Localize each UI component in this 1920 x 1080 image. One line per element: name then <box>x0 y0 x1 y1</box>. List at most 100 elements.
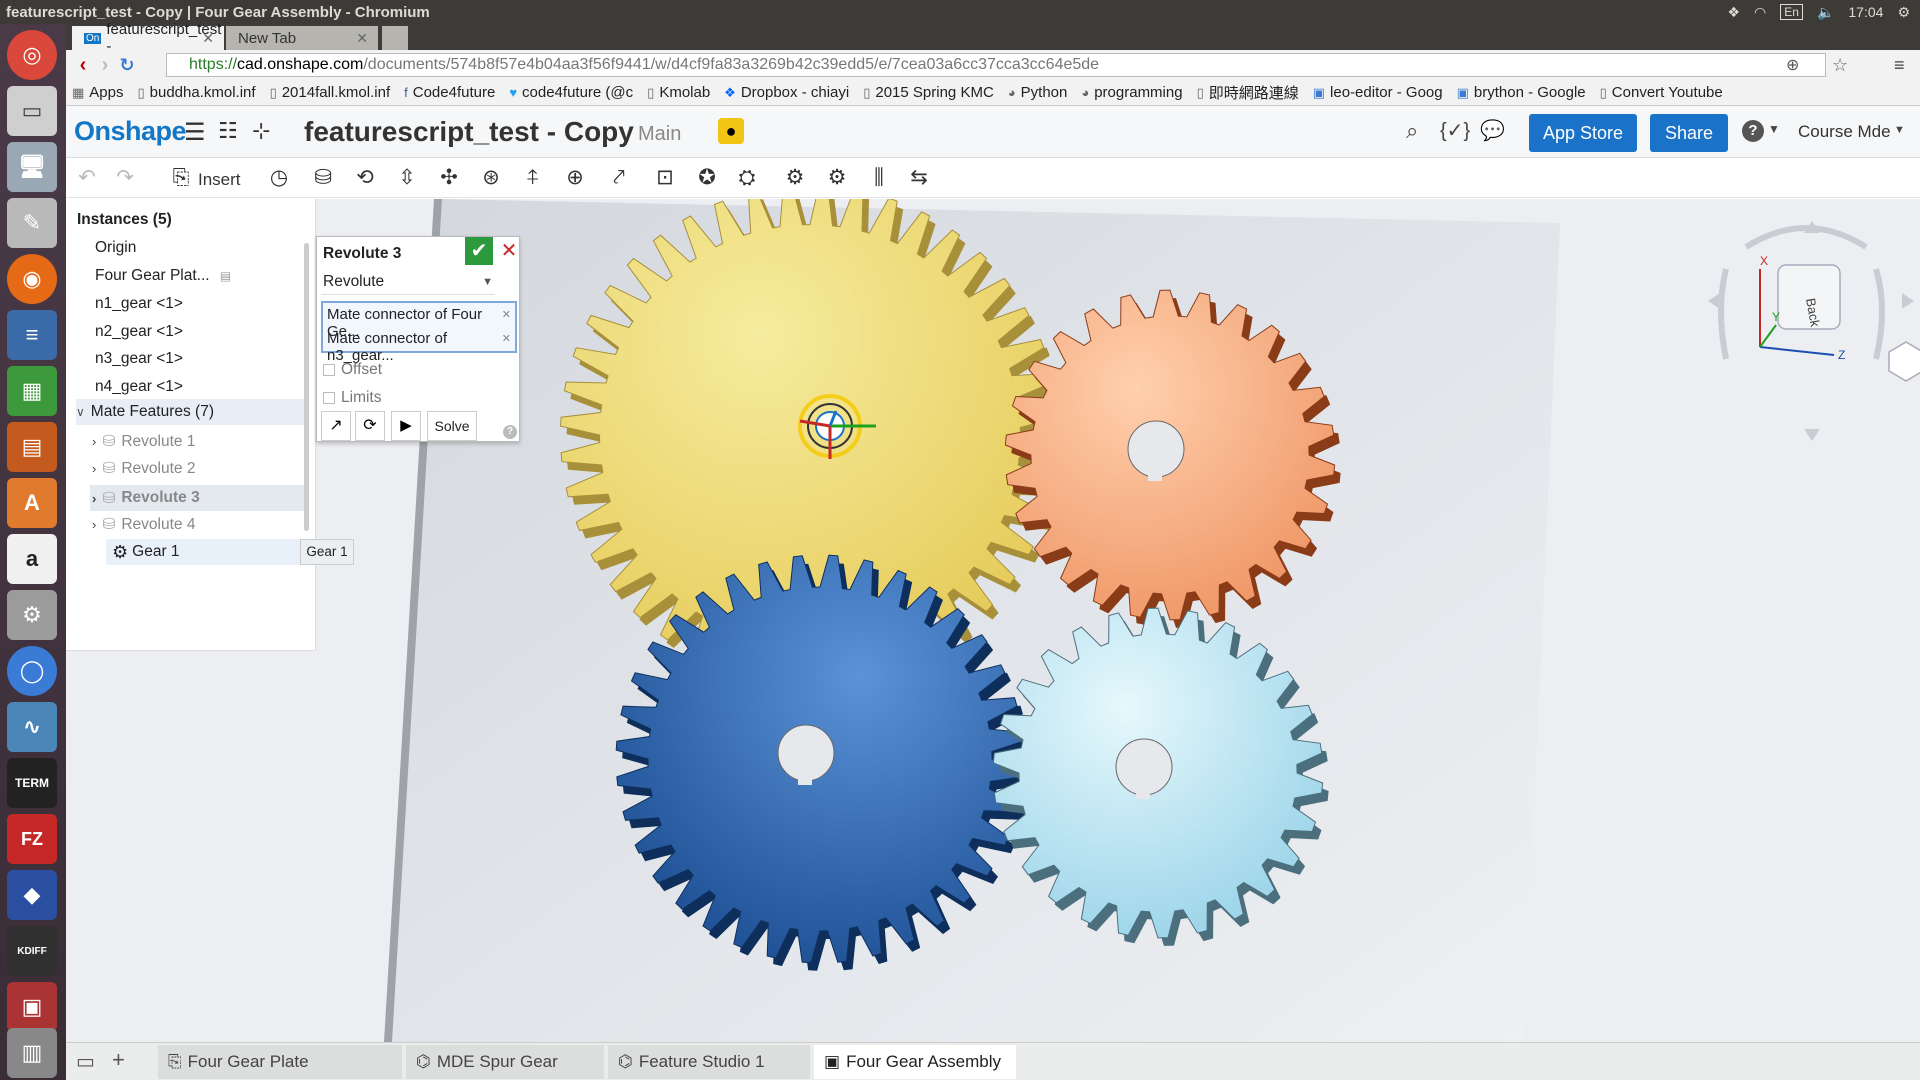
bookmark-item[interactable]: ❖ Dropbox - chiayi <box>718 84 857 101</box>
bookmark-apps[interactable]: ▦ Apps <box>66 84 132 101</box>
group-icon[interactable]: ✪ <box>692 165 722 191</box>
settings-gear-icon[interactable]: ⚙ <box>1897 4 1910 21</box>
bookmark-item[interactable]: ◕ Python <box>1002 84 1076 101</box>
impress-icon[interactable]: ▤ <box>7 422 57 472</box>
wifi-icon[interactable]: ◠ <box>1754 4 1766 21</box>
connector-item-2[interactable]: Mate connector of n3_gear... <box>327 330 515 364</box>
fastened-mate-icon[interactable]: ⛁ <box>308 165 338 191</box>
bookmark-item[interactable]: ▯ 2014fall.kmol.inf <box>264 84 399 101</box>
reload-icon[interactable]: ↻ <box>116 55 138 76</box>
new-tab-button[interactable] <box>382 26 408 50</box>
help-icon[interactable]: ? <box>503 425 517 439</box>
checkbox-icon[interactable] <box>323 364 335 376</box>
url-input[interactable]: https://cad.onshape.com/documents/574b8f… <box>166 53 1826 77</box>
instance-n1-gear[interactable]: n1_gear <1> <box>95 295 183 313</box>
trash-icon[interactable]: ▥ <box>7 1028 57 1078</box>
mate-revolute-3[interactable]: › ⛁ Revolute 3 <box>90 485 304 511</box>
ball-mate-icon[interactable]: ⊕ <box>560 165 590 191</box>
clock[interactable]: 17:04 <box>1848 4 1883 20</box>
hamburger-menu-icon[interactable]: ☰ <box>184 118 206 147</box>
offset-checkbox[interactable]: Offset <box>323 361 382 379</box>
app-icon-2[interactable]: ▣ <box>7 982 57 1032</box>
tab-four-gear-plate[interactable]: ⎘ Four Gear Plate <box>158 1045 402 1079</box>
mate-type-select[interactable]: Revolute ▼ <box>321 269 495 295</box>
featurescript-icon[interactable]: {✓} <box>1440 118 1470 143</box>
tab-mde-spur-gear[interactable]: ⌬ MDE Spur Gear <box>406 1045 604 1079</box>
bookmark-item[interactable]: f Code4future <box>398 84 503 101</box>
chevron-right-icon[interactable]: › <box>92 434 96 449</box>
comments-icon[interactable]: 💬 <box>1480 118 1505 143</box>
mate-revolute-1[interactable]: › ⛁ Revolute 1 <box>92 432 195 451</box>
close-tab-icon[interactable]: ✕ <box>356 30 368 47</box>
instance-four-gear-plate[interactable]: Four Gear Plat... ▤ <box>95 267 231 285</box>
bookmark-item[interactable]: ▣ leo-editor - Goog <box>1307 84 1451 101</box>
mate-features-header[interactable]: ∨ Mate Features (7) <box>76 399 306 425</box>
firefox-icon[interactable]: ◉ <box>7 254 57 304</box>
relation-icon[interactable]: ⛭ <box>732 165 762 191</box>
zoom-icon[interactable]: ⊕ <box>1786 55 1799 75</box>
back-icon[interactable]: ‹ <box>72 54 94 77</box>
share-button[interactable]: Share <box>1650 114 1728 152</box>
user-menu[interactable]: Course Mde <box>1798 122 1891 142</box>
software-center-icon[interactable]: A <box>7 478 57 528</box>
bookmark-item[interactable]: ▯ 2015 Spring KMC <box>857 84 1002 101</box>
cancel-button[interactable]: ✕ <box>497 237 521 265</box>
help-dropdown-icon[interactable]: ▼ <box>1768 122 1780 136</box>
cylindrical-mate-icon[interactable]: ⊛ <box>476 165 506 191</box>
mate-connectors-box[interactable]: Mate connector of Four Ge... ✕ Mate conn… <box>321 301 517 364</box>
redo-icon[interactable]: ↷ <box>110 165 140 191</box>
amazon-icon[interactable]: a <box>7 534 57 584</box>
mate-revolute-4[interactable]: › ⛁ Revolute 4 <box>92 515 195 534</box>
volume-icon[interactable]: 🔈 <box>1817 4 1834 21</box>
forward-icon[interactable]: › <box>94 54 116 77</box>
instance-n2-gear[interactable]: n2_gear <1> <box>95 323 183 341</box>
instance-n3-gear[interactable]: n3_gear <1> <box>95 350 183 368</box>
text-editor-icon[interactable]: ✎ <box>7 198 57 248</box>
flip-axis-button[interactable]: ↗ <box>321 411 351 441</box>
solve-button[interactable]: Solve <box>427 411 477 441</box>
computer-icon[interactable]: 🖥 <box>7 142 57 192</box>
instance-origin[interactable]: Origin <box>95 239 136 257</box>
history-icon[interactable]: ◷ <box>264 165 294 191</box>
tab-four-gear-assembly[interactable]: ▣ Four Gear Assembly <box>814 1045 1016 1079</box>
tab-manager-icon[interactable]: ▭ <box>76 1049 95 1074</box>
system-settings-icon[interactable]: ⚙ <box>7 590 57 640</box>
tangent-mate-icon[interactable]: ⤤ <box>604 165 634 191</box>
gear-relation-item[interactable]: ⚙ Gear 1 <box>106 539 304 565</box>
limits-checkbox[interactable]: Limits <box>323 389 381 407</box>
app-store-button[interactable]: App Store <box>1529 114 1637 152</box>
workspace-globe-icon[interactable]: ● <box>718 118 744 144</box>
chevron-right-icon[interactable]: › <box>92 517 96 532</box>
chevron-down-icon[interactable]: ∨ <box>76 405 85 419</box>
tab-feature-studio-1[interactable]: ⌬ Feature Studio 1 <box>608 1045 810 1079</box>
bookmark-item[interactable]: ◕ programming <box>1075 84 1190 101</box>
scrollbar[interactable] <box>304 243 309 531</box>
filezilla-icon[interactable]: FZ <box>7 814 57 864</box>
mate-connector-icon[interactable]: ⊡ <box>650 165 680 191</box>
accept-button[interactable]: ✔ <box>465 237 493 265</box>
rack-pinion-icon[interactable]: ⚙ <box>822 165 852 191</box>
menu-icon[interactable]: ≡ <box>1894 55 1905 76</box>
bookmark-item[interactable]: ▯ Kmolab <box>641 84 718 101</box>
writer-icon[interactable]: ≡ <box>7 310 57 360</box>
browser-tab-active[interactable]: On featurescript_test - ✕ <box>72 21 224 55</box>
dropbox-tray-icon[interactable]: ❖ <box>1727 4 1740 21</box>
chevron-right-icon[interactable]: › <box>92 491 96 506</box>
insert-icon[interactable]: ⎘ <box>166 165 196 191</box>
screw-relation-icon[interactable]: ⫼ <box>864 165 894 191</box>
search-icon[interactable]: ⌕ <box>1406 118 1418 144</box>
keyboard-lang-indicator[interactable]: En <box>1780 4 1803 20</box>
bookmark-item[interactable]: ▣ brython - Google <box>1451 84 1594 101</box>
help-icon[interactable]: ? <box>1742 120 1764 142</box>
system-monitor-icon[interactable]: ∿ <box>7 702 57 752</box>
insert-part-icon[interactable]: ⊹ <box>252 118 270 144</box>
kdiff-icon[interactable]: KDIFF <box>7 926 57 976</box>
close-tab-icon[interactable]: ✕ <box>202 30 214 47</box>
bookmark-item[interactable]: ▯ buddha.kmol.inf <box>132 84 264 101</box>
bookmark-star-icon[interactable]: ☆ <box>1832 55 1848 76</box>
remove-connector-icon[interactable]: ✕ <box>502 332 511 345</box>
bookmark-item[interactable]: ♥ code4future (@c <box>503 84 641 101</box>
user-dropdown-icon[interactable]: ▼ <box>1894 124 1905 136</box>
calc-icon[interactable]: ▦ <box>7 366 57 416</box>
pin-slot-mate-icon[interactable]: ⍏ <box>518 165 548 191</box>
